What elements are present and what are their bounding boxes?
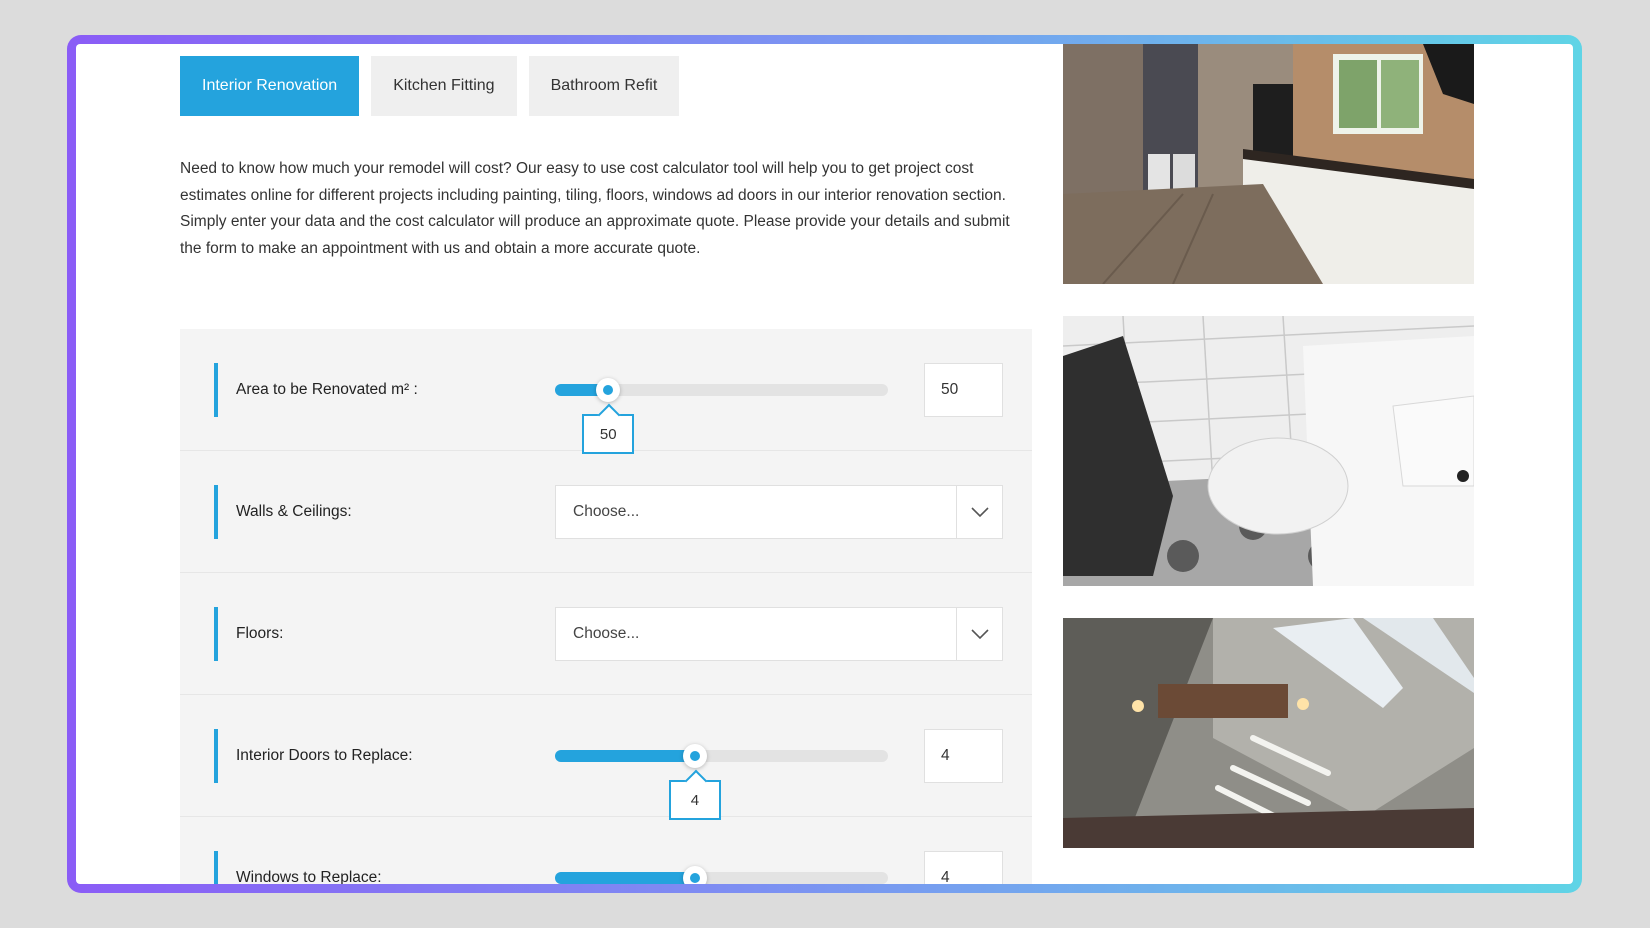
loft-room-photo: [1063, 618, 1474, 848]
doors-slider[interactable]: 4: [555, 744, 888, 820]
row-walls: Walls & Ceilings: Choose...: [180, 451, 1032, 573]
area-input[interactable]: [924, 363, 1003, 417]
tab-interior-renovation[interactable]: Interior Renovation: [180, 56, 360, 116]
floors-select-value: Choose...: [573, 625, 640, 642]
intro-text: Need to know how much your remodel will …: [180, 160, 1010, 257]
doors-input[interactable]: [924, 729, 1003, 783]
cost-calculator: Area to be Renovated m² : 50 Walls & Cei…: [180, 329, 1032, 884]
bathroom-photo: [1063, 316, 1474, 586]
tab-kitchen-fitting[interactable]: Kitchen Fitting: [371, 56, 517, 116]
windows-slider[interactable]: [555, 866, 888, 884]
doors-slider-tooltip: 4: [668, 780, 721, 820]
row-area: Area to be Renovated m² : 50: [180, 329, 1032, 454]
tab-bathroom-refit[interactable]: Bathroom Refit: [528, 56, 680, 116]
area-slider[interactable]: 50: [555, 378, 888, 454]
walls-select-value: Choose...: [573, 503, 640, 520]
chevron-down-icon: [956, 486, 1002, 538]
windows-slider-thumb[interactable]: [682, 866, 707, 884]
walls-label: Walls & Ceilings:: [214, 485, 352, 539]
area-label: Area to be Renovated m² :: [214, 363, 418, 417]
area-slider-tooltip: 50: [582, 414, 635, 454]
windows-slider-fill: [555, 872, 695, 884]
row-floors: Floors: Choose...: [180, 573, 1032, 695]
calculator-tabs: Interior Renovation Kitchen Fitting Bath…: [180, 56, 680, 116]
page: Interior Renovation Kitchen Fitting Bath…: [76, 44, 1573, 884]
floors-label: Floors:: [214, 607, 283, 661]
doors-slider-fill: [555, 750, 695, 762]
windows-label: Windows to Replace:: [214, 851, 382, 884]
row-windows: Windows to Replace:: [180, 817, 1032, 884]
row-doors: Interior Doors to Replace: 4: [180, 695, 1032, 820]
doors-slider-thumb[interactable]: [682, 744, 707, 768]
doors-label: Interior Doors to Replace:: [214, 729, 413, 783]
browser-frame: Interior Renovation Kitchen Fitting Bath…: [67, 35, 1582, 893]
area-slider-thumb[interactable]: [596, 378, 621, 402]
walls-select[interactable]: Choose...: [555, 485, 1003, 539]
floors-select[interactable]: Choose...: [555, 607, 1003, 661]
windows-input[interactable]: [924, 851, 1003, 884]
chevron-down-icon: [956, 608, 1002, 660]
kitchen-photo: [1063, 44, 1474, 284]
